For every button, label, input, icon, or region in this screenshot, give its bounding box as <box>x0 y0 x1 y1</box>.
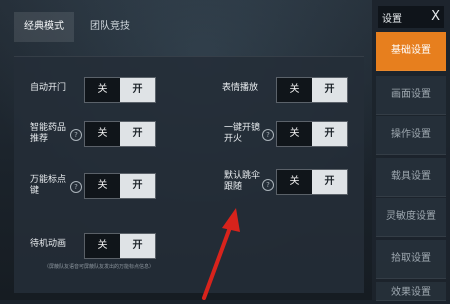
toggle-idle-animation[interactable]: 关 开 <box>84 233 156 259</box>
toggle-parachute-follow[interactable]: 关 开 <box>276 169 348 195</box>
toggle-scope-fire[interactable]: 关 开 <box>276 121 348 147</box>
toggle-on-option[interactable]: 开 <box>120 122 155 146</box>
sidebar-item-vehicle[interactable]: 载具设置 <box>376 158 446 197</box>
help-icon[interactable]: ? <box>262 179 274 191</box>
sidebar-item-effects[interactable]: 效果设置 <box>376 282 446 301</box>
setting-label-parachute-follow: 默认跳伞跟随 <box>224 171 261 192</box>
setting-label-auto-door: 自动开门 <box>30 83 67 93</box>
toggle-emote-play[interactable]: 关 开 <box>276 77 348 103</box>
marker-note: （屏蔽队友语音可屏蔽队友发出的万能标点信息） <box>44 264 155 270</box>
help-icon[interactable]: ? <box>70 129 82 141</box>
toggle-off-option[interactable]: 关 <box>85 122 120 146</box>
toggle-off-option[interactable]: 关 <box>85 234 120 258</box>
toggle-off-option[interactable]: 关 <box>85 174 120 198</box>
sidebar-item-controls[interactable]: 操作设置 <box>376 116 446 155</box>
close-icon[interactable]: X <box>431 6 440 28</box>
tab-team-deathmatch[interactable]: 团队竞技 <box>80 12 140 42</box>
toggle-on-option[interactable]: 开 <box>312 78 347 102</box>
sidebar-item-pickup[interactable]: 拾取设置 <box>376 240 446 279</box>
toggle-off-option[interactable]: 关 <box>85 78 120 102</box>
setting-label-universal-marker: 万能标点键 <box>30 175 67 196</box>
toggle-off-option[interactable]: 关 <box>277 122 312 146</box>
mode-tabs: 经典模式 团队竞技 <box>14 12 140 42</box>
tab-classic-mode[interactable]: 经典模式 <box>14 12 74 42</box>
sidebar-item-basic[interactable]: 基础设置 <box>376 32 446 71</box>
toggle-universal-marker[interactable]: 关 开 <box>84 173 156 199</box>
toggle-on-option[interactable]: 开 <box>312 122 347 146</box>
toggle-on-option[interactable]: 开 <box>120 78 155 102</box>
toggle-on-option[interactable]: 开 <box>120 174 155 198</box>
toggle-auto-door[interactable]: 关 开 <box>84 77 156 103</box>
sidebar-header: 设置 X <box>378 6 444 28</box>
settings-panel: 自动开门 关 开 智能药品推荐 ? 关 开 万能标点键 ? 关 开 （屏蔽队友语… <box>14 56 364 293</box>
toggle-on-option[interactable]: 开 <box>120 234 155 258</box>
setting-label-emote-play: 表情播放 <box>222 83 259 93</box>
toggle-on-option[interactable]: 开 <box>312 170 347 194</box>
toggle-off-option[interactable]: 关 <box>277 78 312 102</box>
help-icon[interactable]: ? <box>70 181 82 193</box>
toggle-off-option[interactable]: 关 <box>277 170 312 194</box>
settings-sidebar: 设置 X 基础设置 画面设置 操作设置 载具设置 灵敏度设置 拾取设置 效果设置 <box>372 0 450 301</box>
setting-label-idle-animation: 待机动画 <box>30 239 67 249</box>
sidebar-item-graphics[interactable]: 画面设置 <box>376 76 446 115</box>
settings-title: 设置 <box>382 13 402 25</box>
help-icon[interactable]: ? <box>262 129 274 141</box>
setting-label-smart-medicine: 智能药品推荐 <box>30 123 67 144</box>
toggle-smart-medicine[interactable]: 关 开 <box>84 121 156 147</box>
setting-label-scope-fire: 一键开镜开火 <box>224 123 261 144</box>
sidebar-item-sensitivity[interactable]: 灵敏度设置 <box>376 198 446 237</box>
